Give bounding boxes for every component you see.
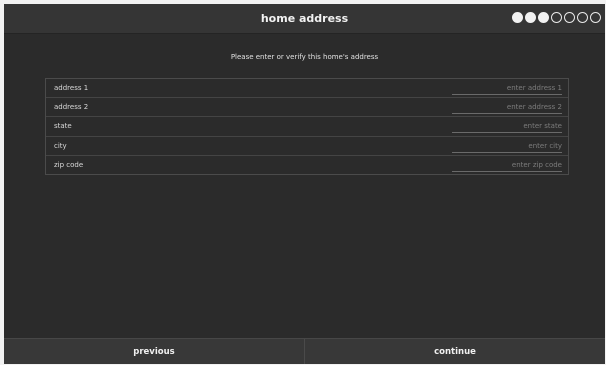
step-dot-completed [538, 12, 549, 23]
zip-code-input[interactable] [452, 158, 562, 172]
continue-button[interactable]: continue [304, 339, 605, 364]
state-row: state [46, 117, 568, 137]
city-label: city [54, 141, 67, 150]
step-dot-pending [551, 12, 562, 23]
step-dot-completed [512, 12, 523, 23]
footer-nav: previous continue [4, 338, 605, 364]
app-screen: home address Please enter or verify this… [4, 4, 605, 364]
step-dot-pending [564, 12, 575, 23]
previous-button[interactable]: previous [4, 339, 304, 364]
address1-row: address 1 [46, 79, 568, 99]
address-form: address 1 address 2 state city zip code [45, 78, 569, 175]
step-dot-pending [577, 12, 588, 23]
address2-input[interactable] [452, 101, 562, 115]
address2-label: address 2 [54, 103, 89, 112]
state-label: state [54, 122, 72, 131]
city-row: city [46, 137, 568, 156]
step-dot-pending [590, 12, 601, 23]
step-dot-completed [525, 12, 536, 23]
zip-code-row: zip code [46, 156, 568, 175]
instruction-text: Please enter or verify this home's addre… [230, 53, 379, 61]
address1-input[interactable] [452, 82, 562, 95]
address2-row: address 2 [46, 98, 568, 118]
address1-label: address 1 [54, 84, 89, 92]
state-input[interactable] [452, 120, 562, 134]
step-progress-indicator [512, 12, 601, 26]
header-bar: home address [4, 4, 605, 34]
zip-code-label: zip code [54, 160, 84, 169]
city-input[interactable] [452, 139, 562, 153]
